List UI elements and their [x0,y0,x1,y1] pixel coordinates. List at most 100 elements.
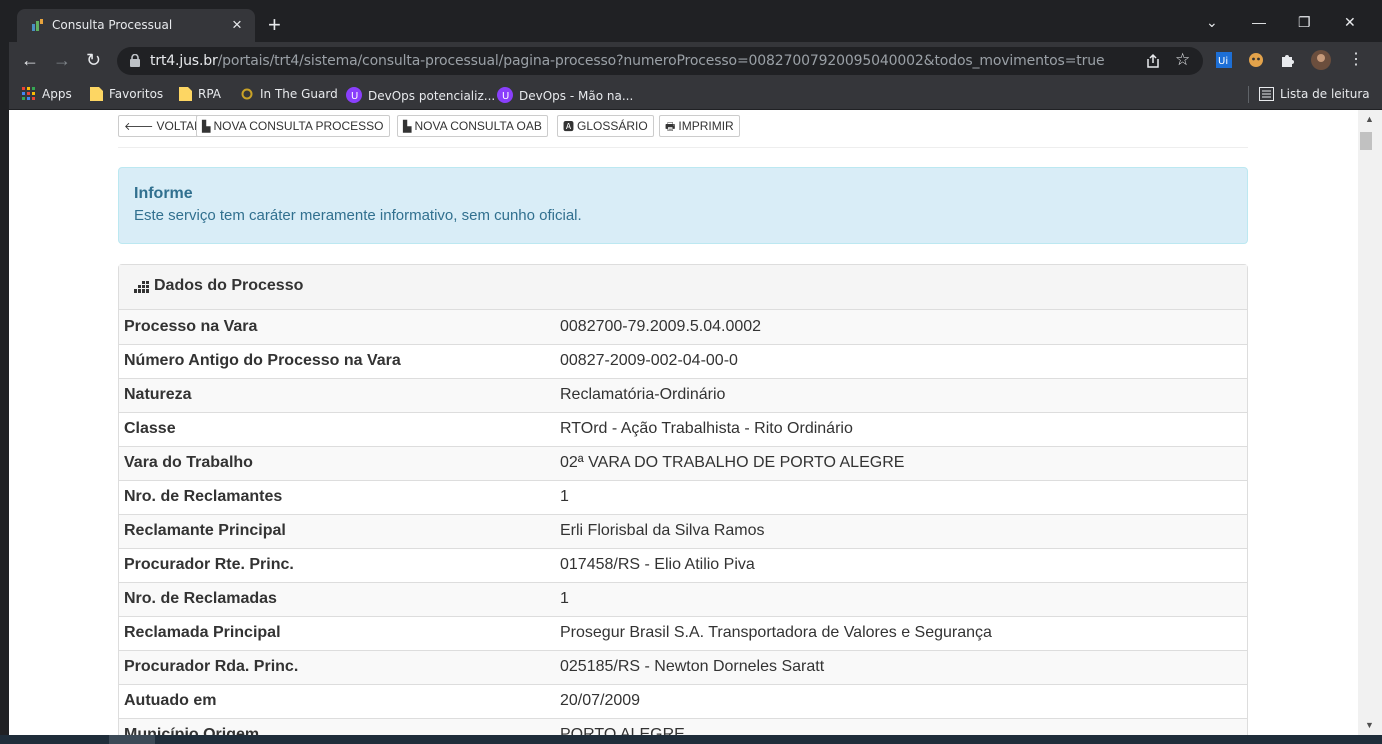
bookmarks-divider [1248,86,1249,103]
glossario-label: GLOSSÁRIO [577,119,648,133]
scroll-up-icon[interactable]: ▲ [1365,114,1374,124]
alert-body: Este serviço tem caráter meramente infor… [134,207,582,224]
trt4-favicon-icon [32,19,43,31]
back-arrow-icon[interactable]: ← [21,49,39,71]
nova-consulta-oab-button[interactable]: ▙ NOVA CONSULTA OAB [397,115,548,137]
divider [118,147,1248,148]
glossario-button[interactable]: 🅰 GLOSSÁRIO [557,115,654,137]
document-search-icon: ▙ [202,121,211,133]
tab-search-chevron-icon[interactable]: ⌄ [1206,14,1218,31]
field-label: Nro. de Reclamadas [119,581,555,616]
field-value: 025185/RS - Newton Dorneles Saratt [555,649,1247,684]
folder-icon [90,87,103,101]
table-row: Procurador Rte. Princ. 017458/RS - Elio A… [119,547,1247,582]
bookmark-favoritos[interactable]: Favoritos [90,87,163,101]
page-scrollbar[interactable]: ▲ ▼ [1358,110,1382,744]
bookmark-devops-potencializ[interactable]: U DevOps potencializ... [346,87,495,103]
svg-text:U: U [502,91,509,102]
glossary-icon: 🅰 [563,121,574,133]
folder-icon [179,87,192,101]
table-row: Processo na Vara 0082700-79.2009.5.04.000… [119,310,1247,344]
apps-grid-icon [22,87,35,100]
field-value: Erli Florisbal da Silva Ramos [555,513,1247,548]
panel-header: Dados do Processo [119,265,1247,310]
bookmark-star-icon[interactable]: ☆ [1175,50,1190,70]
minimize-icon[interactable]: — [1252,14,1266,30]
nova-consulta-oab-label: NOVA CONSULTA OAB [414,119,542,133]
restore-icon[interactable]: ❐ [1298,14,1311,31]
field-value: 00827-2009-002-04-00-0 [555,343,1247,378]
scroll-down-icon[interactable]: ▼ [1365,720,1374,730]
bookmark-label: RPA [198,87,222,101]
close-window-icon[interactable]: ✕ [1344,14,1356,31]
table-row: Nro. de Reclamadas 1 [119,581,1247,616]
bookmark-label: Apps [42,87,72,101]
bookmark-devops-mao-na[interactable]: U DevOps - Mão na... [497,87,633,103]
reading-list[interactable]: Lista de leitura [1259,87,1370,101]
tab-close-icon[interactable]: × [232,15,242,35]
url-text: trt4.jus.br/portais/trt4/sistema/consult… [150,53,1105,69]
printer-icon: 🖶 [665,121,676,133]
bookmark-label: DevOps potencializ... [368,89,496,103]
extensions-puzzle-icon[interactable] [1279,51,1297,69]
menu-kebab-icon[interactable]: ⋮ [1348,49,1364,71]
data-table-icon [134,281,149,293]
nova-consulta-processo-button[interactable]: ▙ NOVA CONSULTA PROCESSO [196,115,390,137]
tab-strip: Consulta Processual × + ⌄ — ❐ ✕ [9,9,1382,42]
bookmark-in-the-guard[interactable]: In The Guard [240,87,338,101]
url-host: trt4.jus.br [150,53,218,69]
table-row: Reclamada Principal Prosegur Brasil S.A. … [119,615,1247,650]
field-label: Número Antigo do Processo na Vara [119,343,555,378]
os-taskbar [0,735,1382,744]
url-path: /portais/trt4/sistema/consulta-processua… [217,53,1105,69]
table-row: Nro. de Reclamantes 1 [119,479,1247,514]
profile-avatar-icon[interactable] [1311,50,1331,70]
uipath-extension-icon[interactable]: Ui [1215,51,1233,69]
field-label: Vara do Trabalho [119,445,555,480]
info-alert: Informe Este serviço tem caráter meramen… [118,167,1248,244]
bookmark-label: DevOps - Mão na... [519,89,634,103]
extension-face-icon[interactable] [1247,51,1265,69]
forward-arrow-icon[interactable]: → [53,49,71,71]
field-value: 1 [555,581,1247,616]
process-data-table: Processo na Vara 0082700-79.2009.5.04.000… [119,310,1247,744]
bookmark-rpa[interactable]: RPA [179,87,221,101]
field-value: Reclamatória-Ordinário [555,377,1247,412]
table-row: Classe RTOrd - Ação Trabalhista - Rito Or… [119,411,1247,446]
field-label: Reclamada Principal [119,615,555,650]
in-the-guard-icon [241,88,253,100]
new-tab-icon[interactable]: + [268,13,281,37]
svg-text:Ui: Ui [1218,56,1228,67]
address-bar[interactable]: trt4.jus.br/portais/trt4/sistema/consult… [117,47,1203,75]
page-content: 🡐 VOLTAR ▙ NOVA CONSULTA PROCESSO ▙ NOVA CO… [9,110,1358,744]
reading-list-label: Lista de leitura [1280,87,1370,101]
tab-title: Consulta Processual [52,18,173,32]
lock-icon [130,54,140,67]
table-row: Procurador Rda. Princ. 025185/RS - Newton… [119,649,1247,684]
field-label: Classe [119,411,555,446]
bookmark-apps[interactable]: Apps [22,87,72,101]
alert-heading: Informe [134,185,193,202]
document-search-icon: ▙ [403,121,412,133]
imprimir-button[interactable]: 🖶 IMPRIMIR [659,115,740,137]
field-label: Natureza [119,377,555,412]
imprimir-label: IMPRIMIR [678,119,734,133]
field-value: 0082700-79.2009.5.04.0002 [555,310,1247,344]
devops-course-icon: U [346,87,362,103]
scroll-thumb[interactable] [1360,132,1372,150]
nova-consulta-processo-label: NOVA CONSULTA PROCESSO [213,119,384,133]
field-label: Autuado em [119,683,555,718]
browser-toolbar: ← → ↻ trt4.jus.br/portais/trt4/sistema/c… [9,42,1382,79]
panel-title: Dados do Processo [154,277,304,294]
tab-consulta-processual[interactable]: Consulta Processual × [17,9,255,42]
field-label: Procurador Rte. Princ. [119,547,555,582]
taskbar-active-app[interactable] [109,735,155,744]
bookmark-label: In The Guard [260,87,338,101]
field-value: 20/07/2009 [555,683,1247,718]
field-value: 017458/RS - Elio Atilio Piva [555,547,1247,582]
table-row: Autuado em 20/07/2009 [119,683,1247,718]
share-icon[interactable] [1144,52,1162,70]
reload-icon[interactable]: ↻ [86,49,101,71]
bookmark-label: Favoritos [109,87,164,101]
field-label: Reclamante Principal [119,513,555,548]
